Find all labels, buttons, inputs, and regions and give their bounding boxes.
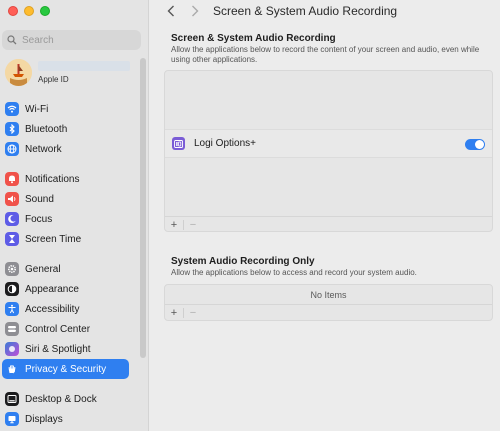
sidebar-item-label: Notifications	[25, 173, 80, 185]
section-title-system-audio: System Audio Recording Only	[171, 256, 315, 267]
sidebar-item-label: Focus	[25, 213, 53, 225]
minimize-window-button[interactable]	[24, 6, 34, 16]
search-input[interactable]	[22, 34, 132, 46]
siri-icon	[5, 342, 19, 356]
add-app-button[interactable]: +	[165, 219, 183, 231]
control-center-icon	[5, 322, 19, 336]
add-app-button[interactable]: +	[165, 307, 183, 319]
page-title: Screen & System Audio Recording	[213, 4, 398, 18]
sidebar-item-label: Accessibility	[25, 303, 80, 315]
sidebar-item-sound[interactable]: Sound	[2, 189, 129, 209]
account-name-redacted	[38, 61, 130, 71]
sidebar-item-wifi[interactable]: Wi-Fi	[2, 99, 129, 119]
speaker-icon	[5, 192, 19, 206]
sidebar-item-label: Siri & Spotlight	[25, 343, 91, 355]
search-field[interactable]	[2, 30, 141, 50]
window-controls	[8, 6, 50, 16]
sidebar-item-displays[interactable]: Displays	[2, 409, 129, 429]
sidebar: Apple ID Wi-Fi Bluetooth Network Notific…	[0, 0, 149, 431]
sidebar-item-siri-spotlight[interactable]: Siri & Spotlight	[2, 339, 129, 359]
remove-app-button[interactable]: −	[184, 219, 202, 231]
sidebar-item-network[interactable]: Network	[2, 139, 129, 159]
sidebar-item-label: Desktop & Dock	[25, 393, 97, 405]
bluetooth-icon	[5, 122, 19, 136]
zoom-window-button[interactable]	[40, 6, 50, 16]
sidebar-item-general[interactable]: General	[2, 259, 129, 279]
sidebar-item-label: General	[25, 263, 61, 275]
remove-app-button[interactable]: −	[184, 307, 202, 319]
section-description-screen-audio: Allow the applications below to record t…	[171, 45, 480, 64]
section-description-system-audio: Allow the applications below to access a…	[171, 268, 417, 277]
list-action-bar: + −	[165, 216, 492, 233]
sidebar-item-label: Appearance	[25, 283, 79, 295]
sidebar-item-label: Network	[25, 143, 62, 155]
search-icon	[7, 35, 17, 45]
section-title-screen-audio: Screen & System Audio Recording	[171, 33, 336, 44]
screen-recording-app-list: Logi Options+ + −	[164, 70, 493, 232]
sidebar-item-notifications[interactable]: Notifications	[2, 169, 129, 189]
gear-icon	[5, 262, 19, 276]
logi-options-permission-toggle[interactable]	[465, 139, 485, 150]
bell-icon	[5, 172, 19, 186]
apple-id-account[interactable]: Apple ID	[3, 58, 133, 88]
appearance-icon	[5, 282, 19, 296]
forward-button[interactable]	[188, 4, 202, 18]
empty-list-text: No Items	[310, 290, 347, 300]
sidebar-item-label: Control Center	[25, 323, 91, 335]
sidebar-item-control-center[interactable]: Control Center	[2, 319, 129, 339]
sidebar-item-label: Privacy & Security	[25, 363, 107, 375]
sidebar-item-label: Bluetooth	[25, 123, 68, 135]
hand-icon	[5, 362, 19, 376]
sidebar-item-label: Displays	[25, 413, 63, 425]
dock-icon	[5, 392, 19, 406]
moon-icon	[5, 212, 19, 226]
sidebar-item-desktop-dock[interactable]: Desktop & Dock	[2, 389, 129, 409]
sidebar-item-screen-time[interactable]: Screen Time	[2, 229, 129, 249]
app-name: Logi Options+	[194, 138, 256, 149]
sidebar-scrollbar[interactable]	[140, 58, 146, 358]
display-icon	[5, 412, 19, 426]
chevron-left-icon	[167, 5, 174, 17]
avatar	[5, 59, 32, 86]
hourglass-icon	[5, 232, 19, 246]
sidebar-item-label: Screen Time	[25, 233, 82, 245]
system-audio-app-list: No Items + −	[164, 284, 493, 321]
wifi-icon	[5, 102, 19, 116]
back-button[interactable]	[164, 4, 178, 18]
list-action-bar: + −	[165, 304, 492, 321]
sidebar-item-focus[interactable]: Focus	[2, 209, 129, 229]
logi-options-app-icon	[172, 137, 185, 150]
sidebar-item-bluetooth[interactable]: Bluetooth	[2, 119, 129, 139]
sidebar-item-privacy-security[interactable]: Privacy & Security	[2, 359, 129, 379]
sidebar-item-label: Wi-Fi	[25, 103, 49, 115]
main-panel: Screen & System Audio Recording Screen &…	[150, 0, 500, 431]
sidebar-item-accessibility[interactable]: Accessibility	[2, 299, 129, 319]
app-row-logi-options[interactable]: Logi Options+	[165, 129, 492, 158]
sidebar-item-appearance[interactable]: Appearance	[2, 279, 129, 299]
apple-id-label: Apple ID	[38, 75, 69, 84]
chevron-right-icon	[192, 5, 199, 17]
sidebar-item-label: Sound	[25, 193, 54, 205]
globe-icon	[5, 142, 19, 156]
close-window-button[interactable]	[8, 6, 18, 16]
accessibility-icon	[5, 302, 19, 316]
